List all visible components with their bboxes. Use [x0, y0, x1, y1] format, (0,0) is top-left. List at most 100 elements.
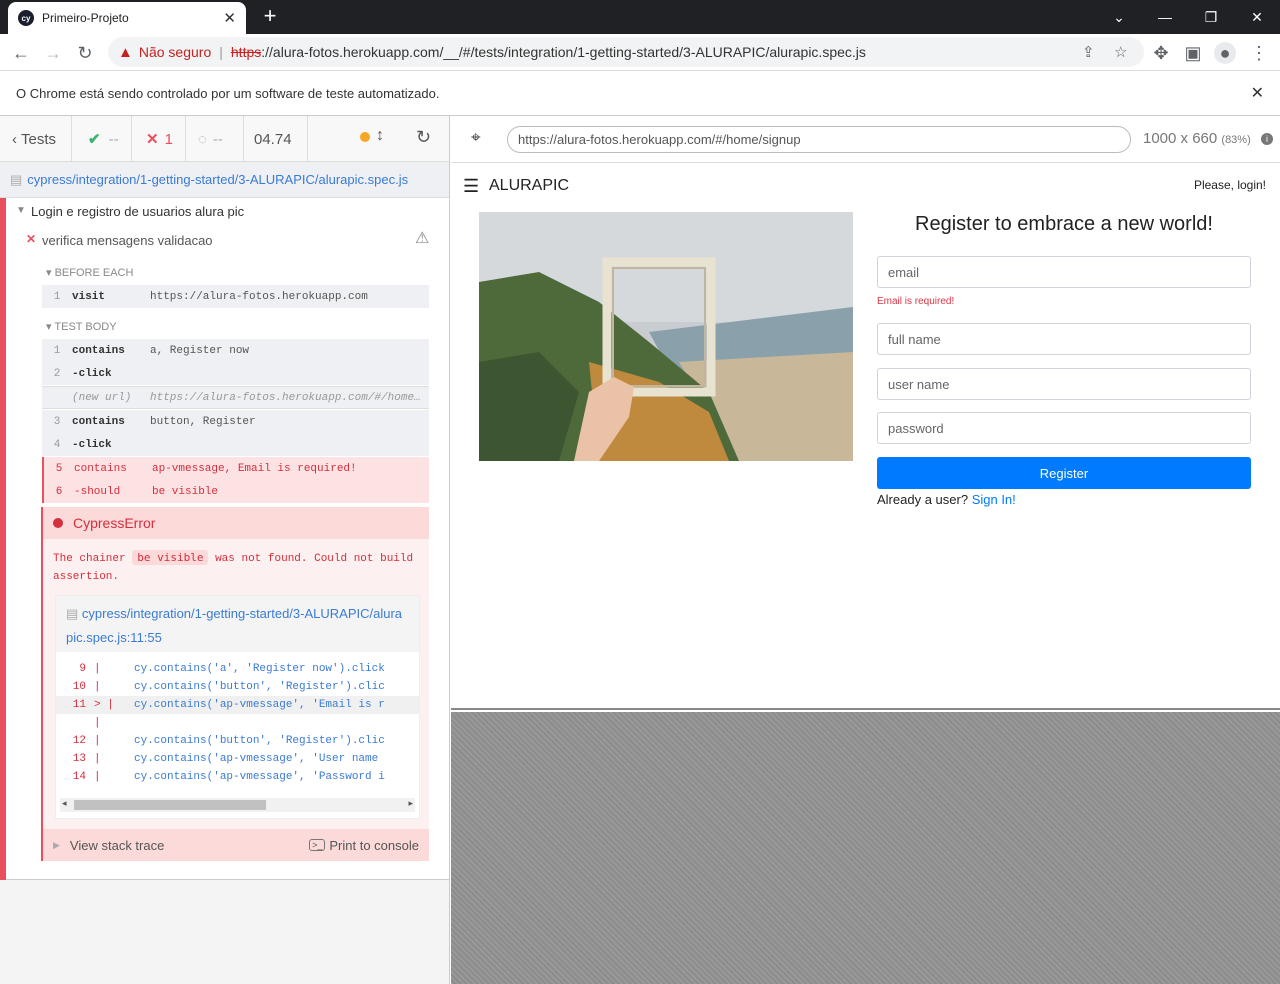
command-message: https://alura-fotos.herokuapp.com: [150, 290, 368, 303]
new-url-row[interactable]: (new url) https://alura-fotos.herokuapp.…: [42, 386, 429, 409]
line-number: 9: [79, 663, 86, 675]
rerun-icon[interactable]: ↻: [416, 127, 431, 148]
test-body-label: TEST BODY: [54, 321, 117, 333]
profile-avatar-icon[interactable]: ●: [1214, 42, 1236, 64]
infobar-text: O Chrome está sendo controlado por um so…: [16, 85, 440, 101]
tab-search-icon[interactable]: ⌄: [1096, 0, 1142, 34]
viewport-scale: (83%): [1221, 134, 1251, 146]
browser-toolbar: ← → ↻ ▲ Não seguro | https ://alura-foto…: [0, 34, 1280, 71]
login-prompt: Please, login!: [1193, 178, 1266, 192]
not-secure-label[interactable]: Não seguro: [139, 44, 211, 60]
address-bar[interactable]: ▲ Não seguro | https ://alura-fotos.hero…: [108, 37, 1144, 67]
close-window-icon[interactable]: ✕: [1234, 0, 1280, 34]
new-tab-icon[interactable]: +: [258, 4, 282, 28]
separator: |: [219, 44, 223, 60]
before-each-hook[interactable]: ▾ BEFORE EACH: [46, 266, 133, 279]
aut-url: https://alura-fotos.herokuapp.com/#/home…: [507, 126, 1131, 153]
spec-file-bar: ▤ cypress/integration/1-getting-started/…: [0, 162, 449, 198]
reload-icon[interactable]: ↻: [74, 42, 96, 64]
line-marker: |: [94, 717, 101, 729]
already-user-text: Already a user?: [877, 492, 969, 507]
url-scheme: https: [230, 44, 262, 60]
scroll-left-icon[interactable]: ◂: [62, 798, 67, 809]
test-title[interactable]: verifica mensagens validacao: [42, 233, 213, 248]
command-row[interactable]: 4 -click: [42, 433, 429, 456]
pending-stat: ◌ --: [186, 116, 244, 162]
code-line-highlighted: 11 > | cy.contains('ap-vmessage', 'Email i…: [56, 696, 419, 714]
command-row[interactable]: 2 -click: [42, 362, 429, 385]
command-name: (new url): [72, 391, 132, 404]
forward-icon[interactable]: →: [42, 42, 64, 64]
command-name: contains: [74, 462, 127, 475]
command-row[interactable]: 1 visit https://alura-fotos.herokuapp.co…: [42, 285, 429, 308]
code-frame-link[interactable]: cypress/integration/1-getting-started/3-…: [66, 606, 402, 645]
auto-scroll-dot-icon[interactable]: [360, 132, 370, 142]
command-number: 4: [53, 438, 61, 451]
failed-command-row[interactable]: 5 contains ap-vmessage, Email is require…: [42, 457, 429, 480]
line-code: cy.contains('a', 'Register now').click: [134, 663, 385, 675]
info-icon[interactable]: i: [1261, 133, 1273, 145]
extensions-icon[interactable]: ✥: [1150, 42, 1172, 64]
command-name: -click: [72, 367, 112, 380]
register-button[interactable]: Register: [877, 457, 1251, 489]
password-field[interactable]: password: [877, 412, 1251, 444]
scroll-right-icon[interactable]: ▸: [408, 798, 413, 809]
command-row[interactable]: 1 contains a, Register now: [42, 339, 429, 362]
close-tab-icon[interactable]: ✕: [223, 9, 236, 27]
side-panel-icon[interactable]: ▣: [1182, 42, 1204, 64]
command-message: be visible: [152, 485, 219, 498]
duration: 04.74: [244, 116, 308, 162]
bookmark-star-icon[interactable]: ☆: [1114, 43, 1127, 61]
horizontal-scrollbar[interactable]: ◂ ▸: [60, 798, 415, 812]
view-stack-trace[interactable]: View stack trace: [70, 838, 309, 853]
error-panel: CypressError The chainer be visible was …: [41, 507, 429, 861]
tests-button[interactable]: ‹ Tests: [0, 116, 72, 162]
collapse-caret-icon[interactable]: ▼: [16, 205, 26, 216]
print-to-console-button[interactable]: Print to console: [329, 838, 419, 853]
warning-icon[interactable]: ▲: [118, 44, 133, 61]
username-field[interactable]: user name: [877, 368, 1251, 400]
aut-url-text: https://alura-fotos.herokuapp.com/#/home…: [518, 132, 801, 147]
sign-in-link[interactable]: Sign In!: [972, 492, 1016, 507]
cross-icon: ✕: [146, 131, 159, 148]
error-message-pre: The chainer: [53, 553, 126, 565]
command-number: 1: [53, 290, 61, 303]
terminal-icon: >_: [309, 839, 326, 851]
email-placeholder: email: [888, 264, 920, 280]
close-infobar-icon[interactable]: ✕: [1251, 83, 1264, 103]
email-field[interactable]: email: [877, 256, 1251, 288]
restore-icon[interactable]: ❐: [1188, 0, 1234, 34]
scrollbar-thumb[interactable]: [74, 800, 266, 810]
fullname-field[interactable]: full name: [877, 323, 1251, 355]
automation-infobar: O Chrome está sendo controlado por um so…: [0, 71, 1280, 116]
hamburger-menu-icon[interactable]: ☰: [463, 176, 479, 197]
line-number: 11: [72, 699, 86, 711]
caret-icon: ▾: [46, 267, 52, 279]
minimize-icon[interactable]: —: [1142, 0, 1188, 34]
aut-header: ⌖ https://alura-fotos.herokuapp.com/#/ho…: [451, 116, 1280, 163]
suite-title[interactable]: Login e registro de usuarios alura pic: [31, 204, 244, 219]
command-name: contains: [72, 344, 125, 357]
failed-command-row[interactable]: 6 -should be visible: [42, 480, 429, 503]
passed-stat: ✔ --: [72, 116, 132, 162]
browser-tab[interactable]: cy Primeiro-Projeto ✕: [8, 2, 246, 34]
reporter-header: ‹ Tests ✔ -- ✕ 1 ◌ -- 04.74 ↕ ↻: [0, 116, 449, 162]
viewport-size: 1000 x 660 (83%): [1143, 130, 1251, 147]
brand-logo[interactable]: ALURAPIC: [489, 177, 569, 195]
share-icon[interactable]: ⇪: [1082, 43, 1095, 61]
warning-triangle-icon[interactable]: ⚠: [415, 228, 429, 248]
caret-right-icon: ▶: [53, 839, 60, 850]
line-code: cy.contains('ap-vmessage', 'Password i: [134, 771, 385, 783]
email-error-message: Email is required!: [877, 296, 955, 307]
back-icon[interactable]: ←: [10, 42, 32, 64]
scroll-arrows-icon[interactable]: ↕: [376, 127, 384, 145]
fullname-placeholder: full name: [888, 331, 941, 347]
command-row[interactable]: 3 contains button, Register: [42, 410, 429, 433]
file-icon: ▤: [10, 171, 23, 187]
spec-path[interactable]: cypress/integration/1-getting-started/3-…: [27, 172, 408, 187]
menu-kebab-icon[interactable]: ⋮: [1248, 42, 1270, 64]
tab-title: Primeiro-Projeto: [42, 11, 129, 25]
test-body-hook[interactable]: ▾ TEST BODY: [46, 320, 117, 333]
line-marker: |: [94, 681, 101, 693]
selector-playground-icon[interactable]: ⌖: [471, 128, 481, 148]
